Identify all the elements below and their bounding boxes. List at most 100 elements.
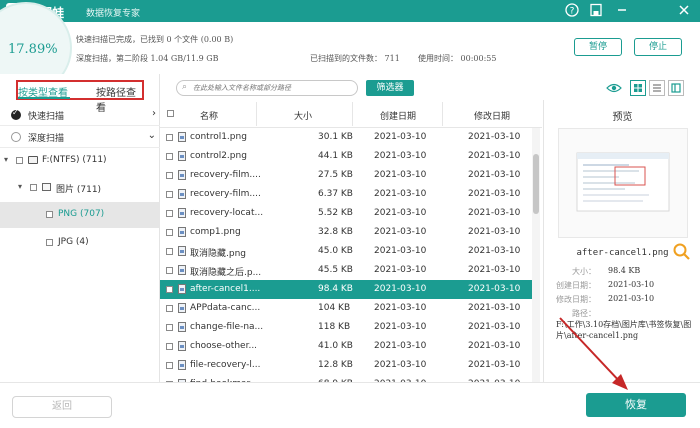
radio-icon [11, 132, 21, 142]
cell-modified: 2021-03-10 [468, 303, 521, 313]
cell-created: 2021-03-10 [374, 246, 427, 256]
minimize-icon[interactable] [614, 3, 630, 19]
cell-size: 98.4 KB [318, 284, 353, 294]
row-checkbox[interactable] [166, 362, 173, 369]
image-file-icon [178, 303, 186, 313]
cell-size: 44.1 KB [318, 151, 353, 161]
save-icon[interactable] [588, 3, 604, 19]
column-name[interactable]: 名称 [200, 109, 218, 122]
pause-button[interactable]: 暂停 [574, 38, 622, 56]
close-icon[interactable] [676, 3, 692, 19]
checkbox[interactable] [46, 211, 53, 218]
modified-value: 2021-03-10 [608, 294, 655, 303]
scrollbar-thumb[interactable] [533, 154, 539, 214]
table-row[interactable]: recovery-locat... 5.52 KB 2021-03-10 2021-0… [160, 204, 532, 223]
table-row[interactable]: find-bookmar...68.9 KB2021-03-102021-03-… [160, 375, 532, 382]
table-row[interactable]: comp1.png 32.8 KB 2021-03-10 2021-03-10 [160, 223, 532, 242]
column-modified[interactable]: 修改日期 [474, 109, 510, 122]
help-icon[interactable]: ? [564, 3, 580, 19]
row-checkbox[interactable] [166, 153, 173, 160]
table-row[interactable]: recovery-film.... 27.5 KB 2021-03-10 2021-0… [160, 166, 532, 185]
cell-size: 45.5 KB [318, 265, 353, 275]
image-file-icon [178, 246, 186, 256]
cell-modified: 2021-03-10 [468, 246, 521, 256]
image-file-icon [178, 208, 186, 218]
cell-file-name: recovery-film.... [190, 170, 261, 180]
table-row[interactable]: 取消隐藏.png 45.0 KB 2021-03-10 2021-03-10 [160, 242, 532, 261]
cell-modified: 2021-03-10 [468, 189, 521, 199]
active-tab-indicator [18, 97, 70, 99]
table-row[interactable]: recovery-film.... 6.37 KB 2021-03-10 2021-0… [160, 185, 532, 204]
row-checkbox[interactable] [166, 172, 173, 179]
table-row[interactable]: change-file-na... 118 KB 2021-03-10 2021-03… [160, 318, 532, 337]
table-row[interactable]: control2.png 44.1 KB 2021-03-10 2021-03-10 [160, 147, 532, 166]
row-checkbox[interactable] [166, 134, 173, 141]
search-input[interactable] [193, 82, 353, 94]
row-checkbox[interactable] [166, 229, 173, 236]
table-row[interactable]: choose-other... 41.0 KB 2021-03-10 2021-03-… [160, 337, 532, 356]
checkbox[interactable] [30, 184, 37, 191]
row-checkbox[interactable] [166, 248, 173, 255]
image-file-icon [178, 322, 186, 332]
preview-title: 预览 [612, 112, 633, 123]
expand-caret-icon[interactable]: ▾ [18, 182, 22, 191]
checkbox[interactable] [16, 157, 23, 164]
grid-view-icon[interactable] [630, 80, 646, 96]
tree-item-images[interactable]: ▾ 图片 (711) [0, 175, 160, 201]
back-button[interactable]: 返回 [12, 396, 112, 418]
row-checkbox[interactable] [166, 305, 173, 312]
chevron-right-icon: › [152, 108, 156, 119]
cell-size: 6.37 KB [318, 189, 353, 199]
cell-created: 2021-03-10 [374, 265, 427, 275]
table-row[interactable]: control1.png 30.1 KB 2021-03-10 2021-03-10 [160, 128, 532, 147]
preview-thumbnail[interactable] [558, 128, 690, 260]
column-created[interactable]: 创建日期 [380, 109, 416, 122]
row-checkbox[interactable] [166, 343, 173, 350]
checkbox[interactable] [46, 239, 53, 246]
eye-icon[interactable] [606, 81, 622, 95]
image-file-icon [178, 151, 186, 161]
cell-modified: 2021-03-10 [468, 151, 521, 161]
cell-created: 2021-03-10 [374, 189, 427, 199]
cell-file-name: APPdata-canc... [190, 303, 261, 313]
size-value: 98.4 KB [608, 266, 641, 275]
title-bar: 数据蛙 数据恢复专家 ? [0, 0, 700, 22]
recover-button[interactable]: 恢复 [586, 393, 686, 417]
tree-item-jpg[interactable]: JPG (4) [0, 230, 160, 256]
stop-button[interactable]: 停止 [634, 38, 682, 56]
progress-percent: 17.89% [8, 42, 58, 57]
expand-caret-icon[interactable]: ▾ [4, 155, 8, 164]
tree-label-png: PNG (707) [58, 209, 105, 219]
app-window: 数据蛙 数据恢复专家 ? 17.89% 快速扫描已完成，已找到 0 个文件 (0… [0, 0, 700, 428]
list-view-icon[interactable] [649, 80, 665, 96]
cell-size: 118 KB [318, 322, 351, 332]
quick-scan-item[interactable]: 快速扫描 › [0, 104, 160, 126]
column-divider [256, 102, 257, 126]
drive-icon [28, 156, 38, 164]
cell-created: 2021-03-10 [374, 227, 427, 237]
column-size[interactable]: 大小 [294, 109, 312, 122]
select-all-checkbox[interactable] [167, 110, 174, 117]
row-checkbox[interactable] [166, 191, 173, 198]
image-file-icon [178, 189, 186, 199]
row-checkbox[interactable] [166, 324, 173, 331]
cell-file-name: choose-other... [190, 341, 258, 351]
tree-item-drive[interactable]: ▾ F:(NTFS) (711) [0, 148, 160, 174]
deep-scan-item[interactable]: 深度扫描 ⌄ [0, 126, 160, 148]
tree-label-drive: F:(NTFS) (711) [42, 155, 107, 165]
table-scrollbar[interactable] [532, 128, 540, 382]
search-box[interactable]: ⌕ [176, 80, 358, 96]
row-checkbox[interactable] [166, 267, 173, 274]
cell-file-name: recovery-locat... [190, 208, 264, 218]
row-checkbox[interactable] [166, 210, 173, 217]
table-row[interactable]: file-recovery-l... 12.8 KB 2021-03-10 2021-… [160, 356, 532, 375]
table-row[interactable]: APPdata-canc... 104 KB 2021-03-10 2021-03-1… [160, 299, 532, 318]
table-row[interactable]: 取消隐藏之后.p... 45.5 KB 2021-03-10 2021-03-10 [160, 261, 532, 280]
row-checkbox[interactable] [166, 286, 173, 293]
table-row[interactable]: after-cancel1.... 98.4 KB 2021-03-10 2021-0… [160, 280, 532, 299]
filter-button[interactable]: 筛选器 [366, 80, 414, 96]
detail-view-icon[interactable] [668, 80, 684, 96]
tree-item-png[interactable]: PNG (707) [0, 202, 160, 228]
cell-size: 27.5 KB [318, 170, 353, 180]
cell-size: 5.52 KB [318, 208, 353, 218]
